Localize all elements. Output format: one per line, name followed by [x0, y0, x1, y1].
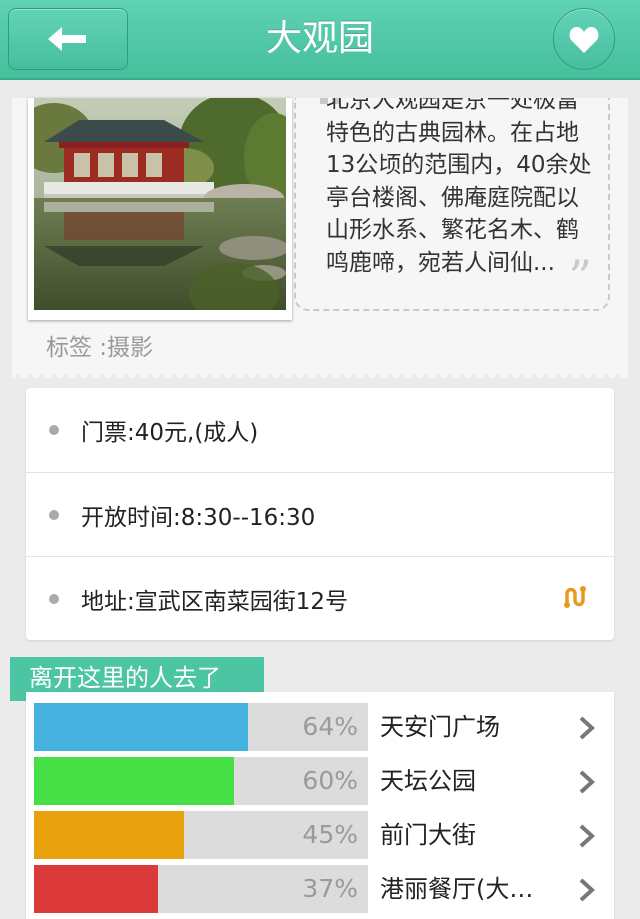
back-button[interactable] [8, 8, 128, 70]
quote-close-icon: ” [568, 250, 592, 304]
progress-fill [34, 811, 185, 859]
list-item[interactable]: 45% 前门大街 [26, 811, 614, 859]
ticket-row: 门票:40元,(成人) [26, 388, 614, 472]
progress-fill [34, 757, 235, 805]
description-text: 北京大观园是京一处极富特色的古典园林。在占地13公顷的范围内，40余处亭台楼阁、… [326, 98, 592, 276]
attraction-photo [34, 98, 286, 310]
attraction-photo-frame[interactable] [28, 98, 292, 320]
chevron-right-icon [579, 824, 595, 848]
progress-track: 60% [34, 757, 368, 805]
list-item[interactable]: 37% 港丽餐厅(大… [26, 865, 614, 913]
address-text: 地址:宣武区南菜园街12号 [81, 588, 349, 615]
percent-label: 64% [302, 712, 358, 741]
list-item[interactable]: 64% 天安门广场 [26, 703, 614, 751]
description-box[interactable]: 北京大观园是京一处极富特色的古典园林。在占地13公顷的范围内，40余处亭台楼阁、… [294, 98, 610, 311]
card-zigzag-edge [12, 372, 628, 378]
next-places-list: 64% 天安门广场 60% 天坛公园 45% 前门大街 37% 港丽餐厅(大… [26, 692, 614, 919]
progress-track: 45% [34, 811, 368, 859]
intro-card: 北京大观园是京一处极富特色的古典园林。在占地13公顷的范围内，40余处亭台楼阁、… [12, 98, 628, 378]
percent-label: 60% [302, 766, 358, 795]
progress-track: 37% [34, 865, 368, 913]
route-icon[interactable] [564, 585, 590, 609]
bullet-icon [49, 425, 59, 435]
bullet-icon [49, 509, 59, 520]
chevron-right-icon [579, 770, 595, 794]
page-title: 大观园 [265, 18, 374, 59]
chevron-right-icon [579, 878, 595, 902]
arrow-left-icon [48, 27, 86, 51]
address-row[interactable]: 地址:宣武区南菜园街12号 [26, 556, 614, 640]
destination-name: 前门大街 [380, 821, 476, 849]
hours-text: 开放时间:8:30--16:30 [81, 504, 316, 531]
destination-name: 天安门广场 [380, 713, 500, 741]
progress-fill [34, 703, 248, 751]
ticket-text: 门票:40元,(成人) [81, 420, 259, 446]
tags-label: 标签 :摄影 [46, 335, 154, 361]
bullet-icon [49, 593, 59, 604]
progress-track: 64% [34, 703, 368, 751]
percent-label: 45% [302, 820, 358, 849]
favorite-button[interactable] [553, 8, 615, 70]
heart-icon [569, 26, 599, 53]
list-item[interactable]: 60% 天坛公园 [26, 757, 614, 805]
progress-fill [34, 865, 158, 913]
chevron-right-icon [579, 716, 595, 740]
destination-name: 天坛公园 [380, 767, 476, 795]
nav-bar: 大观园 [0, 0, 640, 80]
percent-label: 37% [302, 874, 358, 903]
info-card: 门票:40元,(成人) 开放时间:8:30--16:30 地址:宣武区南菜园街1… [26, 388, 614, 640]
destination-name: 港丽餐厅(大… [380, 875, 534, 903]
hours-row: 开放时间:8:30--16:30 [26, 472, 614, 556]
